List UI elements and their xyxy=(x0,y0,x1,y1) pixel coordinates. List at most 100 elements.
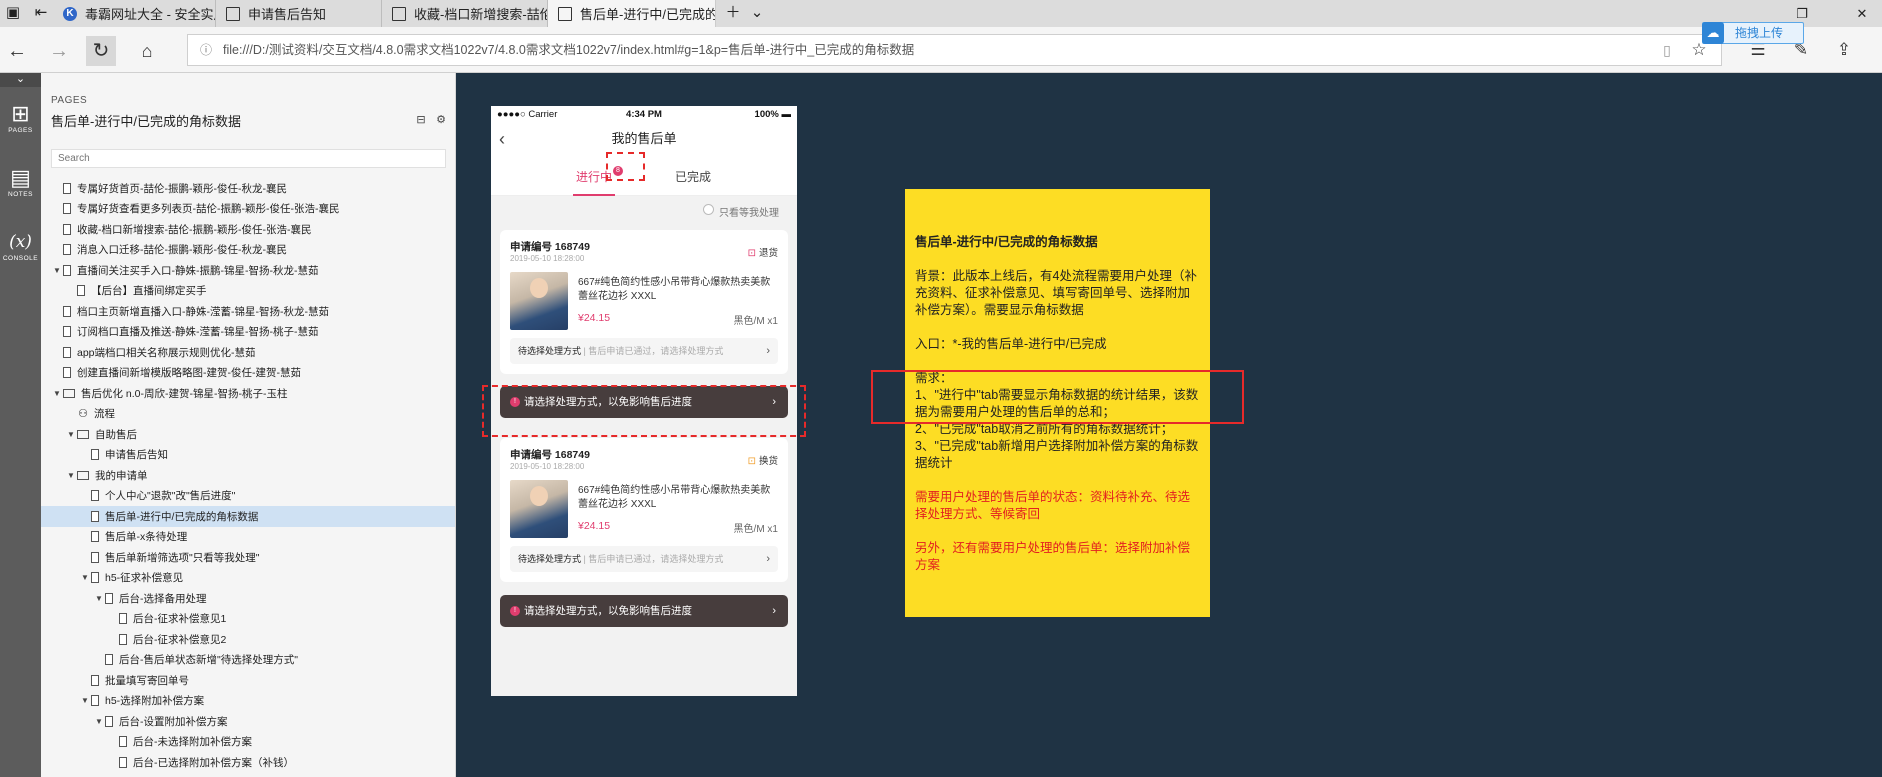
tree-item[interactable]: 后台-征求补偿意见1 xyxy=(41,609,455,630)
choose-handling-row[interactable]: 待选择处理方式 | 售后申请已通过，请选择处理方式 › xyxy=(510,338,778,364)
page-icon xyxy=(91,510,99,522)
tree-item[interactable]: 订阅档口直播及推送-静姝-滢蓄-锦星-智扬-桃子-慧茹 xyxy=(41,322,455,343)
tree-item[interactable]: ⚇ 流程 xyxy=(41,404,455,425)
tree-item[interactable]: ▼ 后台-选择备用处理 xyxy=(41,588,455,609)
sitemap-icon: ⊞ xyxy=(11,101,30,126)
aftersale-card[interactable]: 申请编号 168749 2019-05-10 18:28:00 ⊡ 换货 667#… xyxy=(500,438,788,582)
page-icon xyxy=(63,367,71,379)
note-background: 背景：此版本上线后，有4处流程需要用户处理（补充资料、征求补偿意见、填写寄回单号… xyxy=(915,269,1197,317)
page-icon xyxy=(105,654,113,666)
choose-handling-row[interactable]: 待选择处理方式 | 售后申请已通过，请选择处理方式 › xyxy=(510,546,778,572)
reading-view-icon[interactable]: ▯ xyxy=(1653,36,1681,64)
refresh-icon[interactable]: ↻ xyxy=(86,36,116,66)
product-spec: 黑色/M x1 xyxy=(733,524,778,535)
tree-item-label: 批量填写寄回单号 xyxy=(105,674,189,687)
tab-back-icon[interactable]: ⇤ xyxy=(30,3,52,23)
tree-item[interactable]: 档口主页新增直播入口-静姝-滢蓄-锦星-智扬-秋龙-慧茹 xyxy=(41,301,455,322)
rail-notes[interactable]: ▤ NOTES xyxy=(0,165,41,198)
tree-item[interactable]: ▼ 后台-设置附加补偿方案 xyxy=(41,711,455,732)
tree-item-label: 售后单-进行中/已完成的角标数据 xyxy=(105,510,259,523)
tree-item[interactable]: 售后单新增筛选项"只看等我处理" xyxy=(41,547,455,568)
back-icon[interactable]: ← xyxy=(2,36,32,66)
tree-item-label: 自助售后 xyxy=(95,428,137,441)
tree-item-label: 订阅档口直播及推送-静姝-滢蓄-锦星-智扬-桃子-慧茹 xyxy=(77,326,319,339)
expand-caret-icon[interactable]: ▼ xyxy=(51,389,63,398)
tree-item[interactable]: 创建直播间新增模版略略图-建贺-俊任-建贺-慧茹 xyxy=(41,363,455,384)
tab-apply-aftersale[interactable]: 申请售后告知 xyxy=(216,0,382,27)
folder-icon xyxy=(63,388,75,398)
expand-caret-icon[interactable]: ▼ xyxy=(93,717,105,726)
back-chevron-icon[interactable]: ‹ xyxy=(499,122,505,156)
tree-item[interactable]: 个人中心"退款"改"售后进度" xyxy=(41,486,455,507)
close-window-icon[interactable]: ✕ xyxy=(1842,0,1882,27)
address-field[interactable]: ⓘ file:///D:/测试资料/交互文档/4.8.0需求文档1022v7/4… xyxy=(187,34,1722,66)
address-toolbar: ← → ↻ ⌂ ⓘ file:///D:/测试资料/交互文档/4.8.0需求文档… xyxy=(0,27,1882,73)
tab-completed[interactable]: 已完成 xyxy=(675,168,711,185)
tab-favorites[interactable]: 收藏-档口新增搜索-喆伦-颖 xyxy=(382,0,548,27)
tree-item[interactable]: app端档口相关名称展示规则优化-慧茹 xyxy=(41,342,455,363)
chevron-right-icon: › xyxy=(766,553,770,565)
expand-caret-icon[interactable]: ▼ xyxy=(65,471,77,480)
chevron-right-icon: › xyxy=(772,605,776,617)
tab-label: 申请售后告知 xyxy=(248,7,327,22)
window-menu-icon[interactable]: ▣ xyxy=(2,3,24,23)
share-icon[interactable]: ⇪ xyxy=(1830,36,1858,64)
expand-caret-icon[interactable]: ▼ xyxy=(65,430,77,439)
tree-item[interactable]: 收藏-档口新增搜索-喆伦-振鹏-颖彤-俊任-张浩-襄民 xyxy=(41,219,455,240)
cloud-icon[interactable]: ☁ xyxy=(1702,22,1724,44)
tree-item[interactable]: 【后台】直播间绑定买手 xyxy=(41,281,455,302)
tree-item[interactable]: 专属好货首页-喆伦-振鹏-颖彤-俊任-秋龙-襄民 xyxy=(41,178,455,199)
search-input[interactable] xyxy=(51,149,446,168)
settings-icon[interactable]: ⚙ xyxy=(434,113,448,127)
tree-item[interactable]: ▼ 售后优化 n.0-周欣-建贺-锦星-智扬-桃子-玉柱 xyxy=(41,383,455,404)
aftersale-card[interactable]: 申请编号 168749 2019-05-10 18:28:00 ⊡ 退货 667#… xyxy=(500,230,788,374)
new-tab-icon[interactable]: ＋ xyxy=(722,3,744,23)
mine-only-filter[interactable]: 只看等我处理 xyxy=(491,196,797,224)
tree-item[interactable]: ▼ 自助售后 xyxy=(41,424,455,445)
forward-icon[interactable]: → xyxy=(44,36,74,66)
product-name: 667#纯色简约性感小吊带背心爆款热卖美款蕾丝花边衫 XXXL xyxy=(578,277,771,302)
home-icon[interactable]: ⌂ xyxy=(132,36,162,66)
tab-list-chevron-icon[interactable]: ⌄ xyxy=(746,3,768,23)
expand-caret-icon[interactable]: ▼ xyxy=(79,573,91,582)
tree-item[interactable]: 后台-售后单状态新增"待选择处理方式" xyxy=(41,650,455,671)
tree-item[interactable]: ▼ h5-征求补偿意见 xyxy=(41,568,455,589)
tree-item[interactable]: 售后单-x条待处理 xyxy=(41,527,455,548)
collapse-chevron-icon[interactable]: ⌄ xyxy=(0,73,41,87)
tree-item[interactable]: 后台-已选择附加补偿方案（补钱） xyxy=(41,752,455,773)
expand-caret-icon[interactable]: ▼ xyxy=(51,266,63,275)
order-type: ⊡ 换货 xyxy=(747,456,778,467)
note-red-2: 另外，还有需要用户处理的售后单：选择附加补偿方案 xyxy=(915,541,1191,572)
tab-current[interactable]: 售后单-进行中/已完成的 ✕ xyxy=(548,0,716,27)
tree-item[interactable]: 后台-征求补偿意见2 xyxy=(41,629,455,650)
rail-console[interactable]: (x) CONSOLE xyxy=(0,229,41,262)
handling-reminder-bar[interactable]: ! 请选择处理方式，以免影响售后进度 › xyxy=(500,595,788,627)
tree-item-label: 售后优化 n.0-周欣-建贺-锦星-智扬-桃子-玉柱 xyxy=(81,387,288,400)
tree-item[interactable]: 专属好货查看更多列表页-喆伦-振鹏-颖彤-俊任-张浩-襄民 xyxy=(41,199,455,220)
page-icon xyxy=(63,223,71,235)
tree-item[interactable]: 申请售后告知 xyxy=(41,445,455,466)
tab-haoduba[interactable]: K 毒霸网址大全 - 安全实用的 xyxy=(53,0,216,27)
tree-item[interactable]: ▼ 直播间关注买手入口-静姝-振鹏-锦星-智扬-秋龙-慧茹 xyxy=(41,260,455,281)
order-type: ⊡ 退货 xyxy=(747,248,778,259)
tree-item[interactable]: 消息入口迁移-喆伦-振鹏-颖彤-俊任-秋龙-襄民 xyxy=(41,240,455,261)
radio-icon[interactable] xyxy=(703,204,714,215)
export-icon[interactable]: ⊟ xyxy=(414,113,428,127)
tree-item[interactable]: 批量填写寄回单号 xyxy=(41,670,455,691)
tree-item[interactable]: 售后单-进行中/已完成的角标数据 xyxy=(41,506,455,527)
tree-item[interactable]: 后台-未选择附加补偿方案 xyxy=(41,732,455,753)
badge-highlight-box xyxy=(606,152,645,181)
tree-item-label: 个人中心"退款"改"售后进度" xyxy=(105,490,236,503)
tree-item[interactable]: ▼ 我的申请单 xyxy=(41,465,455,486)
page-icon xyxy=(63,305,71,317)
product-image xyxy=(510,272,568,330)
expand-caret-icon[interactable]: ▼ xyxy=(79,696,91,705)
tree-item[interactable]: ▼ h5-选择附加补偿方案 xyxy=(41,691,455,712)
tab-label: 收藏-档口新增搜索-喆伦-颖 xyxy=(414,7,547,22)
tree-item-label: 后台-未选择附加补偿方案 xyxy=(133,736,252,749)
tree-item-label: 后台-征求补偿意见2 xyxy=(133,633,227,646)
notes-icon: ▤ xyxy=(10,165,31,190)
tab-label: 售后单-进行中/已完成的 xyxy=(580,7,716,22)
expand-caret-icon[interactable]: ▼ xyxy=(93,594,105,603)
rail-pages[interactable]: ⊞ PAGES xyxy=(0,101,41,134)
